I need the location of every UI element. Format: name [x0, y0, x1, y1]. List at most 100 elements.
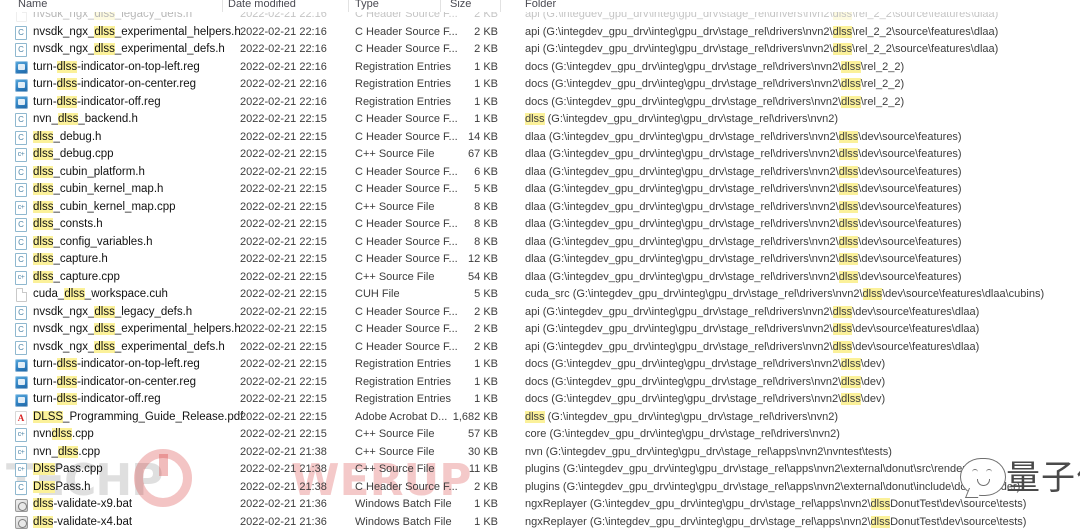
date-modified-cell: 2022-02-21 22:15 [240, 216, 327, 234]
column-header-size[interactable]: Size [450, 0, 471, 10]
folder-path-cell: docs (G:\integdev_gpu_drv\integ\gpu_drv\… [525, 356, 885, 374]
column-header-type[interactable]: Type [355, 0, 379, 10]
file-name-cell: nvn_dlss.cpp [33, 444, 100, 462]
c-header-icon: C [15, 481, 27, 495]
file-row[interactable]: Cdlss_debug.h2022-02-21 22:15C Header So… [0, 129, 1080, 147]
file-size-cell: 1 KB [420, 94, 498, 112]
date-modified-cell: 2022-02-21 22:16 [240, 76, 327, 94]
file-row[interactable]: Cnvsdk_ngx_dlss_experimental_defs.h2022-… [0, 41, 1080, 59]
column-header-name[interactable]: Name [18, 0, 47, 10]
folder-path-cell: dlaa (G:\integdev_gpu_drv\integ\gpu_drv\… [525, 251, 962, 269]
file-size-cell: 2 KB [420, 24, 498, 42]
file-row[interactable]: c+nvndlss.cpp2022-02-21 22:15C++ Source … [0, 426, 1080, 444]
file-type-cell: CUH File [355, 286, 400, 304]
file-name-cell: dlss_cubin_platform.h [33, 164, 145, 182]
file-row[interactable]: turn-dlss-indicator-on-center.reg2022-02… [0, 374, 1080, 392]
column-divider[interactable] [222, 0, 223, 12]
file-name-cell: nvsdk_ngx_dlss_experimental_defs.h [33, 41, 225, 59]
folder-path-cell: core (G:\integdev_gpu_drv\integ\gpu_drv\… [525, 426, 840, 444]
date-modified-cell: 2022-02-21 21:36 [240, 514, 327, 531]
column-divider[interactable] [348, 0, 349, 12]
file-row[interactable]: Cdlss_cubin_platform.h2022-02-21 22:15C … [0, 164, 1080, 182]
column-header-folder[interactable]: Folder [525, 0, 556, 10]
file-row[interactable]: turn-dlss-indicator-off.reg2022-02-21 22… [0, 94, 1080, 112]
bat-file-icon [15, 516, 28, 529]
folder-path-cell: ngxReplayer (G:\integdev_gpu_drv\integ\g… [525, 496, 1026, 514]
file-size-cell: 2 KB [420, 479, 498, 497]
folder-path-cell: docs (G:\integdev_gpu_drv\integ\gpu_drv\… [525, 76, 904, 94]
qbitai-watermark-text: 量子位 [1006, 452, 1080, 504]
c-header-icon: C [15, 113, 27, 127]
date-modified-cell: 2022-02-21 22:15 [240, 234, 327, 252]
folder-path-cell: dlaa (G:\integdev_gpu_drv\integ\gpu_drv\… [525, 216, 962, 234]
folder-path-cell: api (G:\integdev_gpu_drv\integ\gpu_drv\s… [525, 304, 979, 322]
file-row[interactable]: Cnvsdk_ngx_dlss_experimental_helpers.h20… [0, 24, 1080, 42]
file-row[interactable]: Cdlss_capture.h2022-02-21 22:15C Header … [0, 251, 1080, 269]
folder-path-cell: dlaa (G:\integdev_gpu_drv\integ\gpu_drv\… [525, 146, 962, 164]
folder-path-cell: dlss (G:\integdev_gpu_drv\integ\gpu_drv\… [525, 409, 838, 427]
file-row[interactable]: Cdlss_config_variables.h2022-02-21 22:15… [0, 234, 1080, 252]
file-row[interactable]: dlss-validate-x4.bat2022-02-21 21:36Wind… [0, 514, 1080, 531]
file-row[interactable]: Cdlss_cubin_kernel_map.h2022-02-21 22:15… [0, 181, 1080, 199]
file-size-cell: 1 KB [420, 374, 498, 392]
file-row[interactable]: turn-dlss-indicator-on-top-left.reg 2022-… [0, 356, 1080, 374]
date-modified-cell: 2022-02-21 22:15 [240, 426, 327, 444]
date-modified-cell: 2022-02-21 21:36 [240, 496, 327, 514]
file-name-cell: dlss_consts.h [33, 216, 103, 234]
column-divider[interactable] [500, 0, 501, 12]
file-name-cell: dlss-validate-x4.bat [33, 514, 132, 531]
file-name-cell: dlss_cubin_kernel_map.cpp [33, 199, 176, 217]
date-modified-cell: 2022-02-21 22:15 [240, 129, 327, 147]
file-row[interactable]: turn-dlss-indicator-on-top-left.reg2022-… [0, 59, 1080, 77]
file-row[interactable]: Cnvsdk_ngx_dlss_experimental_helpers.h20… [0, 321, 1080, 339]
date-modified-cell: 2022-02-21 22:15 [240, 409, 327, 427]
file-row[interactable]: Cnvn_dlss_backend.h2022-02-21 22:15C Hea… [0, 111, 1080, 129]
folder-path-cell: docs (G:\integdev_gpu_drv\integ\gpu_drv\… [525, 59, 904, 77]
c-header-icon: C [15, 183, 27, 197]
c-header-icon: C [15, 323, 27, 337]
file-row[interactable]: c+dlss_debug.cpp2022-02-21 22:15C++ Sour… [0, 146, 1080, 164]
date-modified-cell: 2022-02-21 22:15 [240, 356, 327, 374]
file-size-cell: 1 KB [420, 514, 498, 531]
file-row[interactable]: c+dlss_cubin_kernel_map.cpp2022-02-21 22… [0, 199, 1080, 217]
c-header-icon: C [15, 131, 27, 145]
column-header-row: Name Date modified Type Size Folder [0, 0, 1080, 12]
file-size-cell: 1 KB [420, 496, 498, 514]
file-row[interactable]: cuda_dlss_workspace.cuh2022-02-21 22:15C… [0, 286, 1080, 304]
file-row[interactable]: CDlssPass.h2022-02-21 21:38C Header Sour… [0, 479, 1080, 497]
file-name-cell: turn-dlss-indicator-on-top-left.reg [33, 356, 200, 374]
file-row[interactable]: c+DlssPass.cpp2022-02-21 21:38C++ Source… [0, 461, 1080, 479]
column-divider[interactable] [440, 0, 441, 12]
column-header-date-modified[interactable]: Date modified [228, 0, 296, 10]
folder-path-cell: ngxReplayer (G:\integdev_gpu_drv\integ\g… [525, 514, 1026, 531]
date-modified-cell: 2022-02-21 22:16 [240, 59, 327, 77]
folder-path-cell: api (G:\integdev_gpu_drv\integ\gpu_drv\s… [525, 41, 998, 59]
date-modified-cell: 2022-02-21 22:15 [240, 391, 327, 409]
file-row[interactable]: c+nvn_dlss.cpp2022-02-21 21:38C++ Source… [0, 444, 1080, 462]
file-name-cell: DlssPass.h [33, 479, 91, 497]
file-name-cell: DLSS_Programming_Guide_Release.pdf [33, 409, 243, 427]
file-row[interactable]: Cnvsdk_ngx_dlss_experimental_defs.h2022-… [0, 339, 1080, 357]
file-explorer-window: TECHP WERUP Name Date modified Type Size… [0, 0, 1080, 517]
folder-path-cell: docs (G:\integdev_gpu_drv\integ\gpu_drv\… [525, 374, 885, 392]
registry-file-icon [15, 376, 28, 389]
file-name-cell: nvsdk_ngx_dlss_experimental_defs.h [33, 339, 225, 357]
registry-file-icon [15, 359, 28, 372]
c-header-icon: C [15, 218, 27, 232]
folder-path-cell: docs (G:\integdev_gpu_drv\integ\gpu_drv\… [525, 391, 885, 409]
file-row[interactable]: dlss-validate-x9.bat2022-02-21 21:36Wind… [0, 496, 1080, 514]
date-modified-cell: 2022-02-21 21:38 [240, 444, 327, 462]
folder-path-cell: plugins (G:\integdev_gpu_drv\integ\gpu_d… [525, 461, 970, 479]
file-size-cell: 1,682 KB [420, 409, 498, 427]
folder-path-cell: cuda_src (G:\integdev_gpu_drv\integ\gpu_… [525, 286, 1044, 304]
file-row[interactable]: turn-dlss-indicator-on-center.reg2022-02… [0, 76, 1080, 94]
date-modified-cell: 2022-02-21 22:16 [240, 24, 327, 42]
file-row[interactable]: turn-dlss-indicator-off.reg2022-02-21 22… [0, 391, 1080, 409]
file-row[interactable]: Cdlss_consts.h2022-02-21 22:15C Header S… [0, 216, 1080, 234]
qbitai-watermark: 量子位 [960, 452, 1078, 508]
file-row[interactable]: ADLSS_Programming_Guide_Release.pdf2022-… [0, 409, 1080, 427]
file-size-cell: 6 KB [420, 164, 498, 182]
file-row[interactable]: c+dlss_capture.cpp2022-02-21 22:15C++ So… [0, 269, 1080, 287]
file-size-cell: 1 KB [420, 391, 498, 409]
file-row[interactable]: Cnvsdk_ngx_dlss_legacy_defs.h2022-02-21 … [0, 304, 1080, 322]
